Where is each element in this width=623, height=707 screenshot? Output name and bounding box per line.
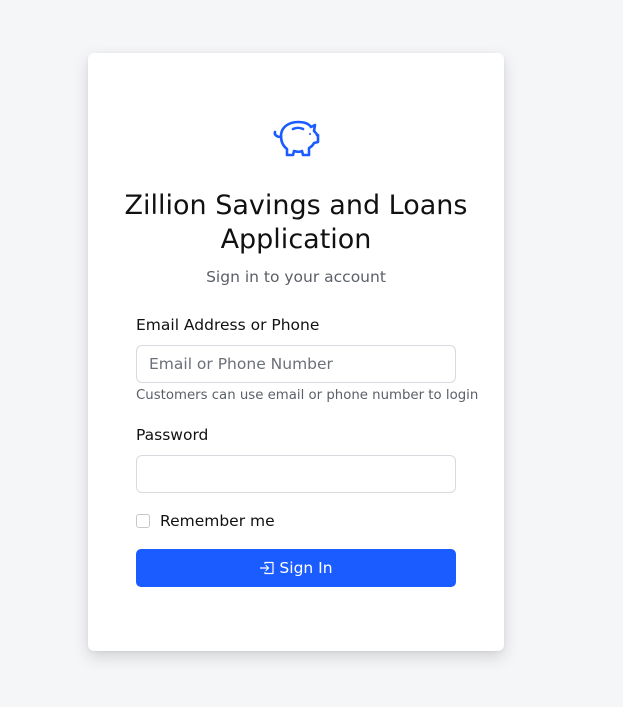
login-card: Zillion Savings and Loans Application Si… bbox=[88, 53, 504, 651]
email-label: Email Address or Phone bbox=[136, 316, 320, 334]
password-label: Password bbox=[136, 426, 209, 444]
remember-me-checkbox[interactable] bbox=[136, 514, 150, 528]
signin-subtitle: Sign in to your account bbox=[206, 268, 386, 286]
sign-in-label: Sign In bbox=[279, 559, 333, 577]
email-input[interactable] bbox=[136, 345, 456, 383]
sign-in-button[interactable]: Sign In bbox=[136, 549, 456, 587]
remember-me-label[interactable]: Remember me bbox=[160, 512, 275, 530]
email-help-text: Customers can use email or phone number … bbox=[136, 388, 479, 403]
remember-me-row: Remember me bbox=[136, 512, 275, 530]
sign-in-icon bbox=[260, 561, 275, 575]
piggy-bank-icon bbox=[273, 120, 320, 157]
password-input[interactable] bbox=[136, 455, 456, 493]
app-title: Zillion Savings and Loans Application bbox=[124, 190, 468, 255]
